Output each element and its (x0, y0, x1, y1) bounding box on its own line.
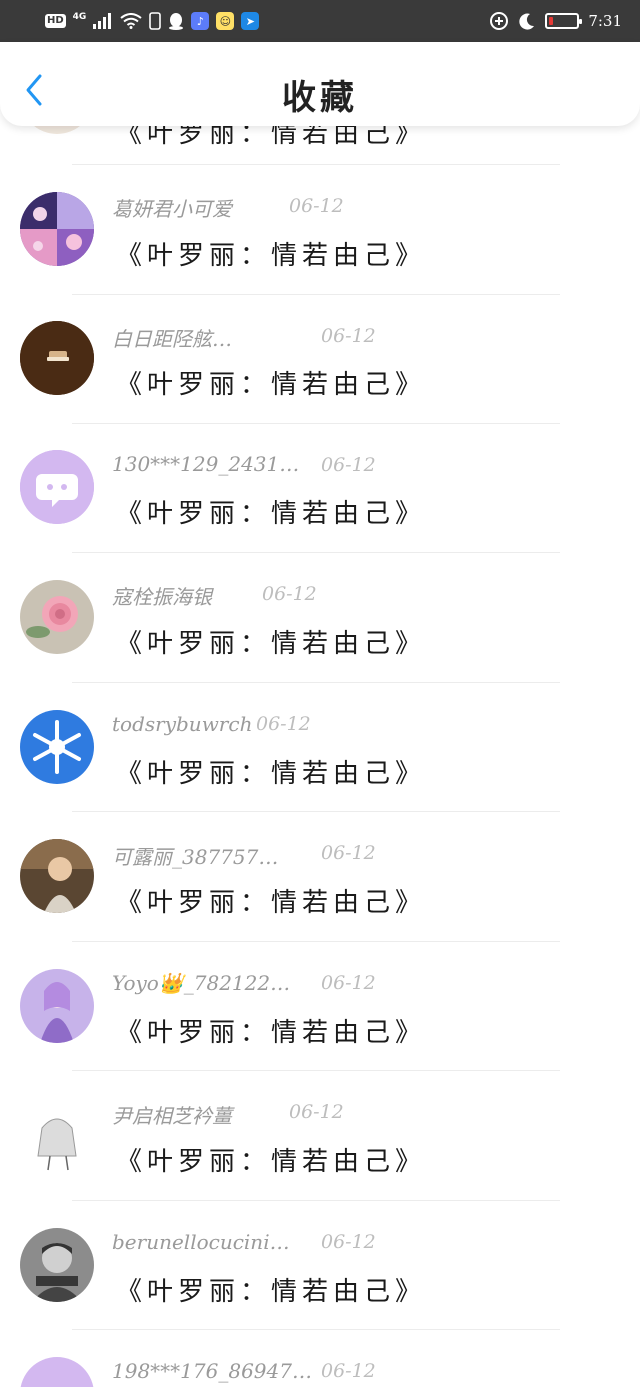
book-title[interactable]: 《叶罗丽：情若由己》 (116, 623, 426, 660)
list-item[interactable]: 尹启相芝衿薑 06-12 《叶罗丽：情若由己》 (0, 1071, 640, 1201)
username[interactable]: 198***176_86947… (112, 1359, 312, 1383)
nav-app-icon: ➤ (241, 12, 260, 30)
list-item[interactable]: 寇栓振海银 06-12 《叶罗丽：情若由己》 (0, 553, 640, 683)
avatar (20, 969, 94, 1043)
avatar (20, 839, 94, 913)
avatar (20, 1098, 94, 1172)
username[interactable]: Yoyo👑_782122… (112, 971, 290, 995)
qq-icon (169, 13, 184, 30)
book-title[interactable]: 《叶罗丽：情若由己》 (116, 882, 426, 919)
list-item[interactable]: 198***176_86947… 06-12 (0, 1330, 640, 1387)
moon-icon (519, 13, 535, 30)
chat-app-icon: ☺ (216, 12, 235, 30)
book-title[interactable]: 《叶罗丽：情若由己》 (116, 1012, 426, 1049)
list-item[interactable]: berunellocucini… 06-12 《叶罗丽：情若由己》 (0, 1201, 640, 1331)
book-title[interactable]: 《叶罗丽：情若由己》 (116, 493, 426, 530)
list-item[interactable]: 可露丽_387757… 06-12 《叶罗丽：情若由己》 (0, 812, 640, 942)
list-item[interactable]: Yoyo👑_782122… 06-12 《叶罗丽：情若由己》 (0, 942, 640, 1072)
default-avatar-icon (20, 1357, 94, 1387)
avatar (20, 710, 94, 784)
date: 06-12 (321, 972, 376, 994)
date: 06-12 (321, 842, 376, 864)
date: 06-12 (321, 454, 376, 476)
page-title: 收藏 (282, 78, 358, 118)
book-title[interactable]: 《叶罗丽：情若由己》 (116, 235, 426, 272)
date: 06-12 (256, 713, 311, 735)
username[interactable]: berunellocucini… (112, 1230, 290, 1254)
hd-badge: HD (45, 14, 66, 28)
avatar (20, 1228, 94, 1302)
username[interactable]: 葛妍君小可爱 (112, 193, 232, 222)
book-title[interactable]: 《叶罗丽：情若由己》 (116, 753, 426, 790)
username[interactable]: 130***129_2431… (112, 452, 299, 476)
avatar (20, 580, 94, 654)
music-app-icon: ♪ (191, 12, 210, 30)
username[interactable]: 可露丽_387757… (112, 841, 278, 870)
username[interactable]: todsrybuwrch (112, 712, 252, 736)
battery-icon (545, 13, 583, 29)
date: 06-12 (321, 1231, 376, 1253)
book-title[interactable]: 《叶罗丽：情若由己》 (116, 1141, 426, 1178)
data-saver-icon (490, 12, 509, 30)
date: 06-12 (289, 195, 344, 217)
clock: 7:31 (588, 12, 622, 30)
avatar (20, 321, 94, 395)
header: 收藏 (0, 42, 640, 126)
default-avatar-icon (20, 450, 94, 524)
date: 06-12 (321, 1360, 376, 1382)
book-title[interactable]: 《叶罗丽：情若由己》 (116, 364, 426, 401)
phone-icon (149, 12, 162, 30)
username[interactable]: 白日距陉舷… (112, 323, 232, 352)
username[interactable]: 尹启相芝衿薑 (112, 1100, 232, 1129)
username[interactable]: 寇栓振海银 (112, 581, 212, 610)
date: 06-12 (262, 583, 317, 605)
signal-icon (93, 13, 112, 29)
status-bar: HD 4G ♪ ☺ ➤ 7:31 (0, 0, 640, 42)
wifi-icon (120, 13, 142, 29)
date: 06-12 (289, 1101, 344, 1123)
network-type: 4G (72, 11, 87, 22)
list-item[interactable]: 130***129_2431… 06-12 《叶罗丽：情若由己》 (0, 424, 640, 554)
date: 06-12 (321, 325, 376, 347)
book-title[interactable]: 《叶罗丽：情若由己》 (116, 1271, 426, 1308)
list-item[interactable]: 白日距陉舷… 06-12 《叶罗丽：情若由己》 (0, 295, 640, 425)
list-item[interactable]: todsrybuwrch 06-12 《叶罗丽：情若由己》 (0, 683, 640, 813)
list-item[interactable]: 葛妍君小可爱 06-12 《叶罗丽：情若由己》 (0, 165, 640, 295)
favorites-list: 《叶罗丽：情若由己》 葛妍君小可爱 06-12 《叶罗丽：情若由己》 白日距陉舷… (0, 0, 640, 1387)
avatar (20, 192, 94, 266)
